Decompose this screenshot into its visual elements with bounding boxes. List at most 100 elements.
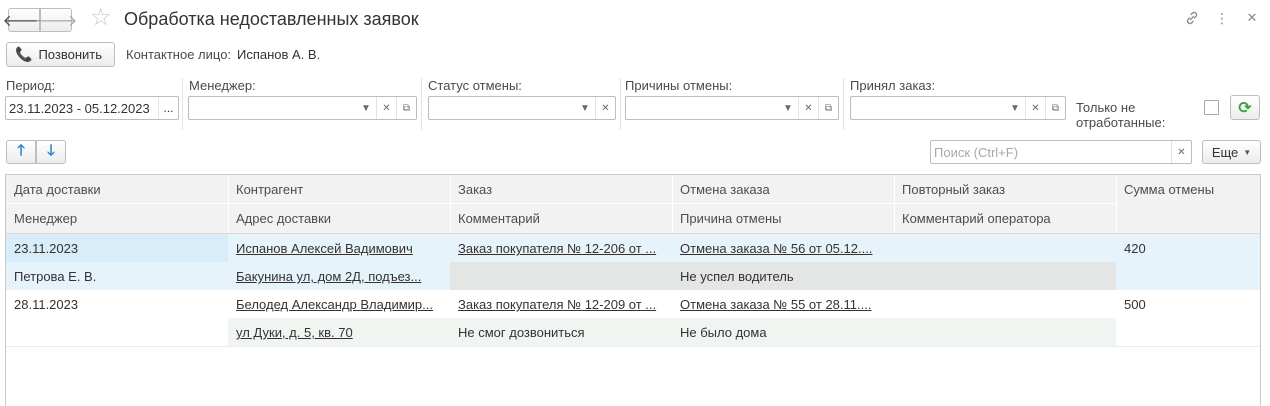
- close-icon[interactable]: ✕: [1243, 10, 1261, 26]
- phone-icon: 📞: [15, 46, 33, 62]
- cancel-status-value[interactable]: [429, 97, 575, 119]
- manager-field[interactable]: ▼ ✕ ⧉: [188, 96, 417, 120]
- column-header[interactable]: Дата доставки: [6, 175, 228, 203]
- header-divider: [1116, 175, 1117, 233]
- manager-label: Менеджер:: [189, 78, 256, 93]
- move-down-button[interactable]: 🡓: [36, 140, 66, 164]
- clear-icon[interactable]: ✕: [1171, 141, 1191, 163]
- cell-delivery-date[interactable]: 23.11.2023: [6, 234, 228, 262]
- forward-button[interactable]: 🡒: [35, 8, 77, 32]
- star-icon[interactable]: ☆: [90, 6, 114, 30]
- column-header[interactable]: Менеджер: [6, 204, 228, 233]
- column-header[interactable]: Заказ: [450, 175, 672, 203]
- more-button-label: Еще: [1211, 144, 1239, 160]
- row-divider: [6, 346, 1260, 347]
- requests-table[interactable]: Дата доставки Контрагент Заказ Отмена за…: [5, 174, 1261, 406]
- move-up-button[interactable]: 🡑: [6, 140, 36, 164]
- cell-delivery-date[interactable]: 28.11.2023: [6, 290, 228, 318]
- cancel-reasons-label: Причины отмены:: [625, 78, 733, 93]
- clear-icon[interactable]: ✕: [1025, 97, 1045, 119]
- refresh-icon: ⟳: [1238, 99, 1252, 117]
- open-icon[interactable]: ⧉: [396, 97, 416, 119]
- forward-arrow-icon: 🡒: [34, 12, 78, 30]
- open-icon[interactable]: ⧉: [1045, 97, 1065, 119]
- cancel-reasons-field[interactable]: ▼ ✕ ⧉: [625, 96, 839, 120]
- address-link[interactable]: Бакунина ул, дом 2Д, подъез...: [236, 269, 421, 284]
- cell-comment[interactable]: Не смог дозвониться: [450, 318, 672, 346]
- divider: [421, 78, 422, 130]
- cancel-order-link[interactable]: Отмена заказа № 55 от 28.11....: [680, 297, 871, 312]
- cell-cancel-reason[interactable]: Не было дома: [672, 318, 894, 346]
- order-link[interactable]: Заказ покупателя № 12-209 от ...: [458, 297, 656, 312]
- period-field[interactable]: 23.11.2023 - 05.12.2023 ...: [5, 96, 179, 120]
- cell-comment[interactable]: [450, 262, 672, 290]
- cell-counterparty[interactable]: Белодед Александр Владимир...: [228, 290, 450, 318]
- chevron-down-icon: ▼: [1243, 147, 1252, 157]
- cell-operator-comment[interactable]: [894, 262, 1116, 290]
- refresh-button[interactable]: ⟳: [1230, 95, 1260, 120]
- chevron-down-icon[interactable]: ▼: [575, 97, 595, 119]
- cancel-status-label: Статус отмены:: [428, 78, 522, 93]
- chevron-down-icon[interactable]: ▼: [778, 97, 798, 119]
- only-unprocessed-label: Только не отработанные:: [1076, 100, 1166, 130]
- cancel-order-link[interactable]: Отмена заказа № 56 от 05.12....: [680, 241, 872, 256]
- column-header[interactable]: Причина отмены: [672, 204, 894, 233]
- accepted-by-value[interactable]: [851, 97, 1005, 119]
- cell-cancel-order[interactable]: Отмена заказа № 56 от 05.12....: [672, 234, 894, 262]
- column-header[interactable]: Отмена заказа: [672, 175, 894, 203]
- period-value[interactable]: 23.11.2023 - 05.12.2023: [6, 97, 158, 119]
- search-input[interactable]: [931, 141, 1171, 163]
- cell-operator-comment[interactable]: [894, 318, 1116, 346]
- search-field[interactable]: ✕: [930, 140, 1192, 164]
- column-header[interactable]: Адрес доставки: [228, 204, 450, 233]
- call-button[interactable]: 📞 Позвонить: [6, 42, 115, 67]
- cell-manager[interactable]: Петрова Е. В.: [6, 262, 228, 290]
- header-divider: [228, 175, 229, 233]
- cancel-status-field[interactable]: ▼ ✕: [428, 96, 616, 120]
- column-header[interactable]: Комментарий: [450, 204, 672, 233]
- cell-manager[interactable]: [6, 318, 228, 346]
- cancel-reasons-value[interactable]: [626, 97, 778, 119]
- cell-address[interactable]: ул Дуки, д. 5, кв. 70: [228, 318, 450, 346]
- page-title: Обработка недоставленных заявок: [124, 9, 419, 29]
- column-header[interactable]: Сумма отмены: [1116, 175, 1260, 233]
- call-button-label: Позвонить: [38, 47, 102, 62]
- cell-cancel-amount[interactable]: 420: [1116, 234, 1260, 290]
- clear-icon[interactable]: ✕: [376, 97, 396, 119]
- header-divider: [450, 175, 451, 233]
- clear-icon[interactable]: ✕: [798, 97, 818, 119]
- accepted-by-field[interactable]: ▼ ✕ ⧉: [850, 96, 1066, 120]
- clear-icon[interactable]: ✕: [595, 97, 615, 119]
- column-header[interactable]: Повторный заказ: [894, 175, 1116, 203]
- cell-repeat-order[interactable]: [894, 290, 1116, 318]
- only-unprocessed-checkbox[interactable]: [1204, 100, 1219, 115]
- link-icon[interactable]: [1183, 10, 1201, 29]
- cell-cancel-reason[interactable]: Не успел водитель: [672, 262, 894, 290]
- chevron-down-icon[interactable]: ▼: [1005, 97, 1025, 119]
- cell-address[interactable]: Бакунина ул, дом 2Д, подъез...: [228, 262, 450, 290]
- header-divider: [672, 175, 673, 233]
- arrow-up-icon: 🡑: [17, 141, 25, 159]
- chevron-down-icon[interactable]: ▼: [356, 97, 376, 119]
- cell-repeat-order[interactable]: [894, 234, 1116, 262]
- open-icon[interactable]: ⧉: [818, 97, 838, 119]
- more-vertical-icon[interactable]: ⋮: [1213, 10, 1231, 27]
- cell-counterparty[interactable]: Испанов Алексей Вадимович: [228, 234, 450, 262]
- address-link[interactable]: ул Дуки, д. 5, кв. 70: [236, 325, 353, 340]
- cell-cancel-amount[interactable]: 500: [1116, 290, 1260, 346]
- manager-value[interactable]: [189, 97, 356, 119]
- divider: [620, 78, 621, 130]
- arrow-down-icon: 🡓: [47, 141, 55, 159]
- column-header[interactable]: Комментарий оператора: [894, 204, 1116, 233]
- contact-person-value: Испанов А. В.: [237, 47, 321, 62]
- counterparty-link[interactable]: Белодед Александр Владимир...: [236, 297, 433, 312]
- counterparty-link[interactable]: Испанов Алексей Вадимович: [236, 241, 413, 256]
- cell-order[interactable]: Заказ покупателя № 12-209 от ...: [450, 290, 672, 318]
- period-select-button[interactable]: ...: [158, 97, 178, 119]
- column-header[interactable]: Контрагент: [228, 175, 450, 203]
- order-link[interactable]: Заказ покупателя № 12-206 от ...: [458, 241, 656, 256]
- divider: [182, 78, 183, 130]
- cell-order[interactable]: Заказ покупателя № 12-206 от ...: [450, 234, 672, 262]
- cell-cancel-order[interactable]: Отмена заказа № 55 от 28.11....: [672, 290, 894, 318]
- more-button[interactable]: Еще ▼: [1202, 140, 1261, 164]
